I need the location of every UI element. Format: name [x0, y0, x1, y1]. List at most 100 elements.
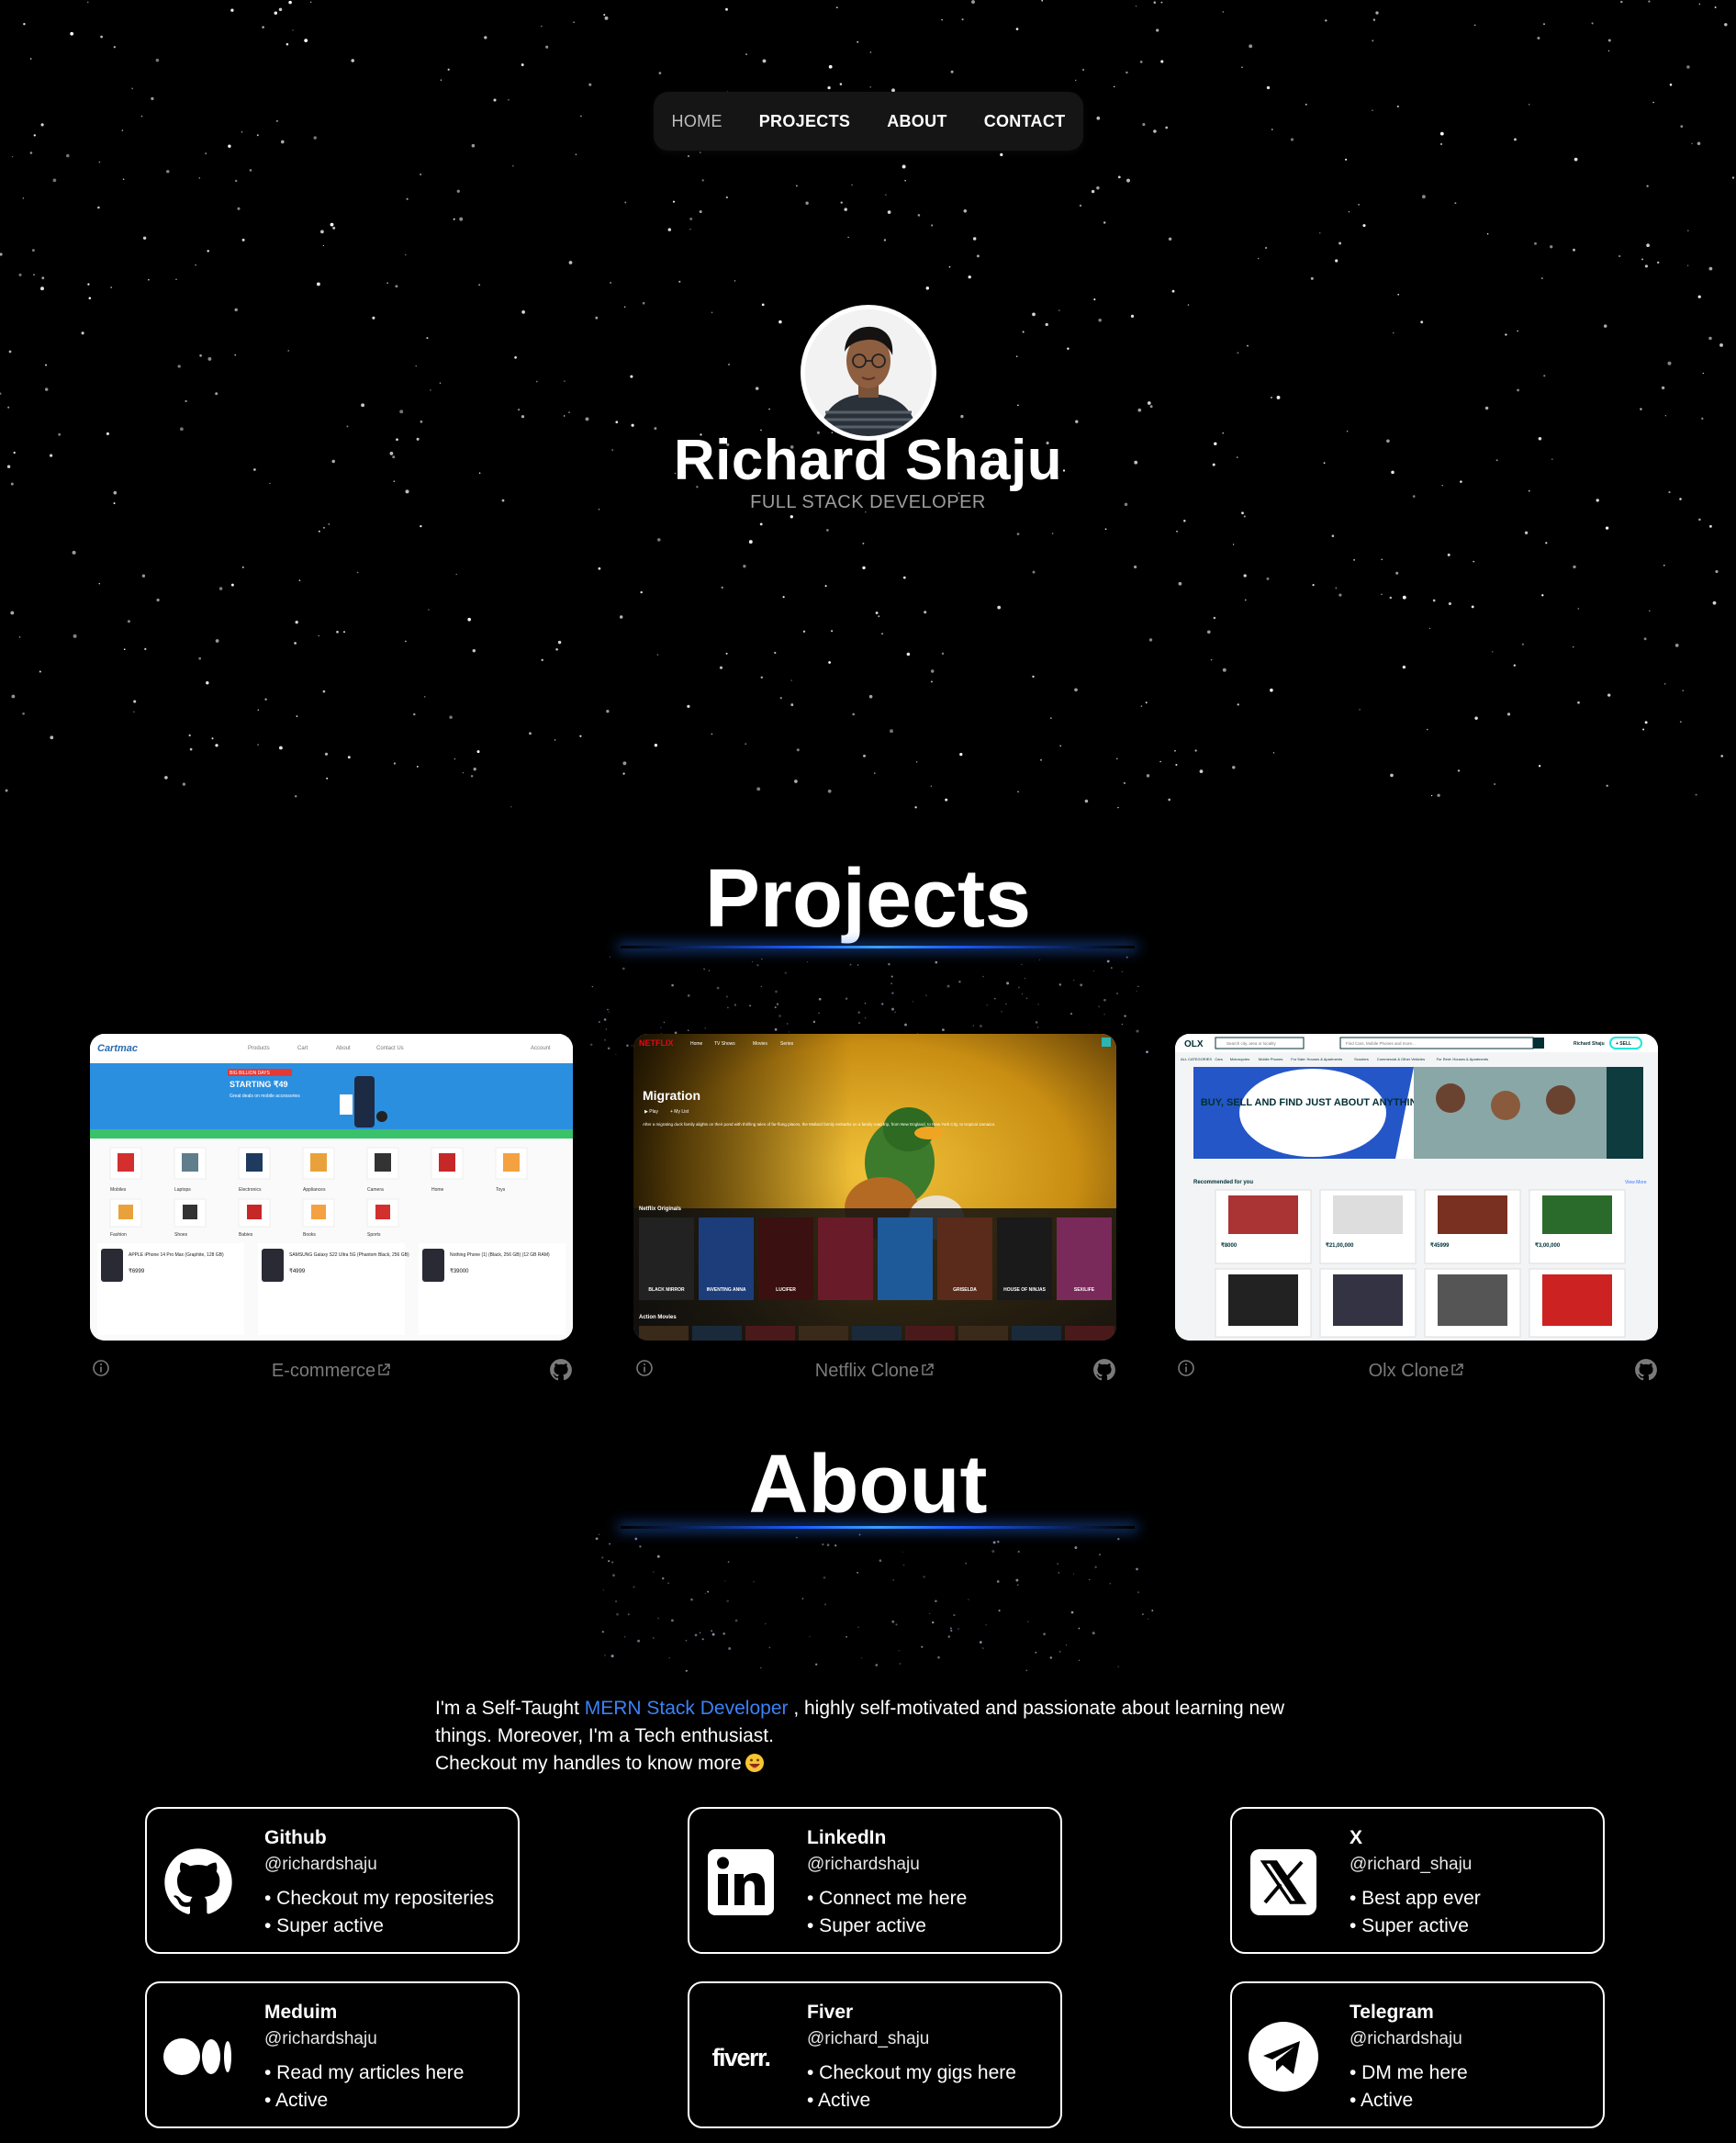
svg-text:Toys: Toys — [496, 1187, 506, 1193]
hero-role: FULL STACK DEVELOPER — [750, 492, 986, 512]
github-icon[interactable] — [1092, 1358, 1116, 1382]
screenshot-text: + My List — [670, 1109, 689, 1115]
about-underline — [621, 1526, 1135, 1529]
avatar — [801, 305, 936, 441]
screenshot-text: Richard Shaju — [1574, 1041, 1605, 1047]
social-bullet: • Active — [264, 2090, 329, 2111]
screenshot-text: + SELL — [1616, 1041, 1631, 1047]
project-label[interactable]: E-commerce — [272, 1361, 375, 1381]
social-card-x[interactable]: X @richard_shaju • Best app ever • Super… — [1230, 1807, 1605, 1954]
profile-photo — [805, 309, 932, 436]
project-label[interactable]: Netflix Clone — [815, 1361, 919, 1381]
svg-text:HOUSE OF NINJAS: HOUSE OF NINJAS — [1003, 1287, 1047, 1293]
screenshot-text: Home — [690, 1041, 703, 1047]
svg-text:Mobile Phones: Mobile Phones — [1259, 1057, 1282, 1061]
screenshot-text: Series — [780, 1041, 794, 1047]
social-name: X — [1350, 1827, 1363, 1848]
svg-text:₹6999: ₹6999 — [129, 1268, 145, 1274]
svg-text:SAMSUNG Galaxy S22 Ultra 5G (P: SAMSUNG Galaxy S22 Ultra 5G (Phantom Bla… — [289, 1252, 409, 1258]
svg-text:INVENTING ANNA: INVENTING ANNA — [707, 1287, 746, 1293]
screenshot-text: About — [336, 1046, 351, 1051]
social-card-medium[interactable]: Meduim @richardshaju • Read my articles … — [145, 1981, 520, 2128]
project-card-netflix[interactable]: NETFLIX Home TV Shows Movies Series Migr… — [633, 1034, 1116, 1341]
svg-text:Motorcycles: Motorcycles — [1230, 1057, 1249, 1061]
screenshot-text: Cartmac — [97, 1043, 138, 1054]
social-bullet: • Super active — [264, 1915, 384, 1936]
social-bullet: • DM me here — [1350, 2062, 1468, 2083]
projects-heading: Projects — [704, 853, 1032, 945]
project-meta-netflix: Netflix Clone — [633, 1357, 1116, 1383]
svg-text:Cars: Cars — [1215, 1057, 1222, 1061]
page: HOME PROJECTS ABOUT CONTACT Richard Shaj… — [0, 0, 1736, 2143]
svg-text:Home: Home — [431, 1187, 444, 1193]
social-card-linkedin[interactable]: LinkedIn @richardshaju • Connect me here… — [688, 1807, 1062, 1954]
svg-text:APPLE iPhone 14 Pro Max (Graph: APPLE iPhone 14 Pro Max (Graphite, 128 G… — [129, 1252, 224, 1258]
svg-text:Appliances: Appliances — [303, 1187, 326, 1193]
screenshot-text: Action Movies — [639, 1315, 677, 1320]
svg-text:Books: Books — [303, 1232, 316, 1238]
x-icon — [1250, 1849, 1316, 1915]
social-name: Meduim — [264, 2002, 338, 2023]
screenshot-text: TV Shows — [714, 1041, 735, 1047]
svg-text:Camera: Camera — [367, 1187, 384, 1193]
nav-about[interactable]: ABOUT — [887, 112, 947, 131]
social-handle: @richardshaju — [807, 1855, 920, 1874]
hero-name: Richard Shaju — [673, 429, 1063, 492]
social-name: Fiver — [807, 2002, 854, 2023]
about-line1-post: , highly self-motivated and passionate a… — [788, 1698, 1285, 1719]
medium-icon — [163, 2038, 231, 2075]
svg-text:Sports: Sports — [367, 1232, 381, 1238]
project-link-netflix[interactable]: Netflix Clone — [633, 1361, 1116, 1382]
nav-home[interactable]: HOME — [672, 112, 722, 131]
svg-text:Shoes: Shoes — [174, 1232, 188, 1238]
social-handle: @richardshaju — [1350, 2029, 1462, 2048]
social-card-github[interactable]: Github @richardshaju • Checkout my repos… — [145, 1807, 520, 1954]
social-bullet: • Active — [1350, 2090, 1414, 2111]
project-card-ecommerce[interactable]: Cartmac Products Cart About Contact Us A… — [90, 1034, 573, 1341]
social-card-fiverr[interactable]: fiverr. Fiver @richard_shaju • Checkout … — [688, 1981, 1062, 2128]
top-nav: HOME PROJECTS ABOUT CONTACT — [654, 92, 1083, 151]
social-bullet: • Super active — [1350, 1915, 1469, 1936]
social-name: Github — [264, 1827, 327, 1848]
screenshot-text: ▶ Play — [644, 1109, 658, 1115]
about-line-1: I'm a Self-Taught MERN Stack Developer ,… — [435, 1695, 1316, 1722]
screenshot-text: OLX — [1184, 1039, 1204, 1049]
svg-text:BLACK MIRROR: BLACK MIRROR — [648, 1287, 685, 1293]
external-link-icon — [922, 1363, 934, 1375]
nav-projects[interactable]: PROJECTS — [759, 112, 850, 131]
screenshot-text: BIG BILLION DAYS — [230, 1071, 270, 1076]
screenshot-text: Recommended for you — [1193, 1180, 1253, 1185]
external-link-icon — [1451, 1363, 1464, 1375]
svg-text:GRISELDA: GRISELDA — [953, 1287, 977, 1293]
svg-text:Fashion: Fashion — [110, 1232, 127, 1238]
screenshot-text: Great deals on mobile accessories — [230, 1094, 300, 1099]
project-meta-ecommerce: E-commerce — [90, 1357, 573, 1383]
svg-text:For Sale: Houses & Apartments: For Sale: Houses & Apartments — [1291, 1057, 1342, 1061]
github-icon[interactable] — [1634, 1358, 1658, 1382]
social-handle: @richardshaju — [264, 1855, 377, 1874]
github-icon[interactable] — [549, 1358, 573, 1382]
project-link-olx[interactable]: Olx Clone — [1175, 1361, 1658, 1382]
project-label[interactable]: Olx Clone — [1369, 1361, 1450, 1381]
project-meta-olx: Olx Clone — [1175, 1357, 1658, 1383]
project-card-olx[interactable]: OLX Search city, area or locality Find C… — [1175, 1034, 1658, 1341]
social-bullet: • Read my articles here — [264, 2062, 465, 2083]
about-line-3: Checkout my handles to know more — [435, 1750, 1316, 1778]
svg-text:Laptops: Laptops — [174, 1187, 191, 1193]
telegram-icon — [1249, 2022, 1318, 2092]
svg-text:LUCIFER: LUCIFER — [776, 1287, 796, 1293]
screenshot-text: Account — [531, 1046, 551, 1051]
svg-text:SEX/LIFE: SEX/LIFE — [1074, 1287, 1095, 1293]
social-card-telegram[interactable]: Telegram @richardshaju • DM me here • Ac… — [1230, 1981, 1605, 2128]
external-link-icon — [378, 1363, 390, 1375]
linkedin-icon — [708, 1849, 774, 1915]
svg-text:Commercial & Other Vehicles: Commercial & Other Vehicles — [1377, 1057, 1425, 1061]
ecommerce-screenshot: Cartmac Products Cart About Contact Us A… — [90, 1034, 573, 1341]
svg-text:Nothing Phone (1) (Black, 256: Nothing Phone (1) (Black, 256 GB) (12 GB… — [450, 1252, 550, 1258]
social-bullet: • Super active — [807, 1915, 926, 1936]
project-link-ecommerce[interactable]: E-commerce — [90, 1361, 573, 1382]
grin-emoji-icon — [745, 1754, 764, 1772]
svg-text:fiverr.: fiverr. — [711, 2044, 769, 2071]
nav-contact[interactable]: CONTACT — [984, 112, 1066, 131]
screenshot-text: STARTING ₹49 — [230, 1080, 288, 1089]
